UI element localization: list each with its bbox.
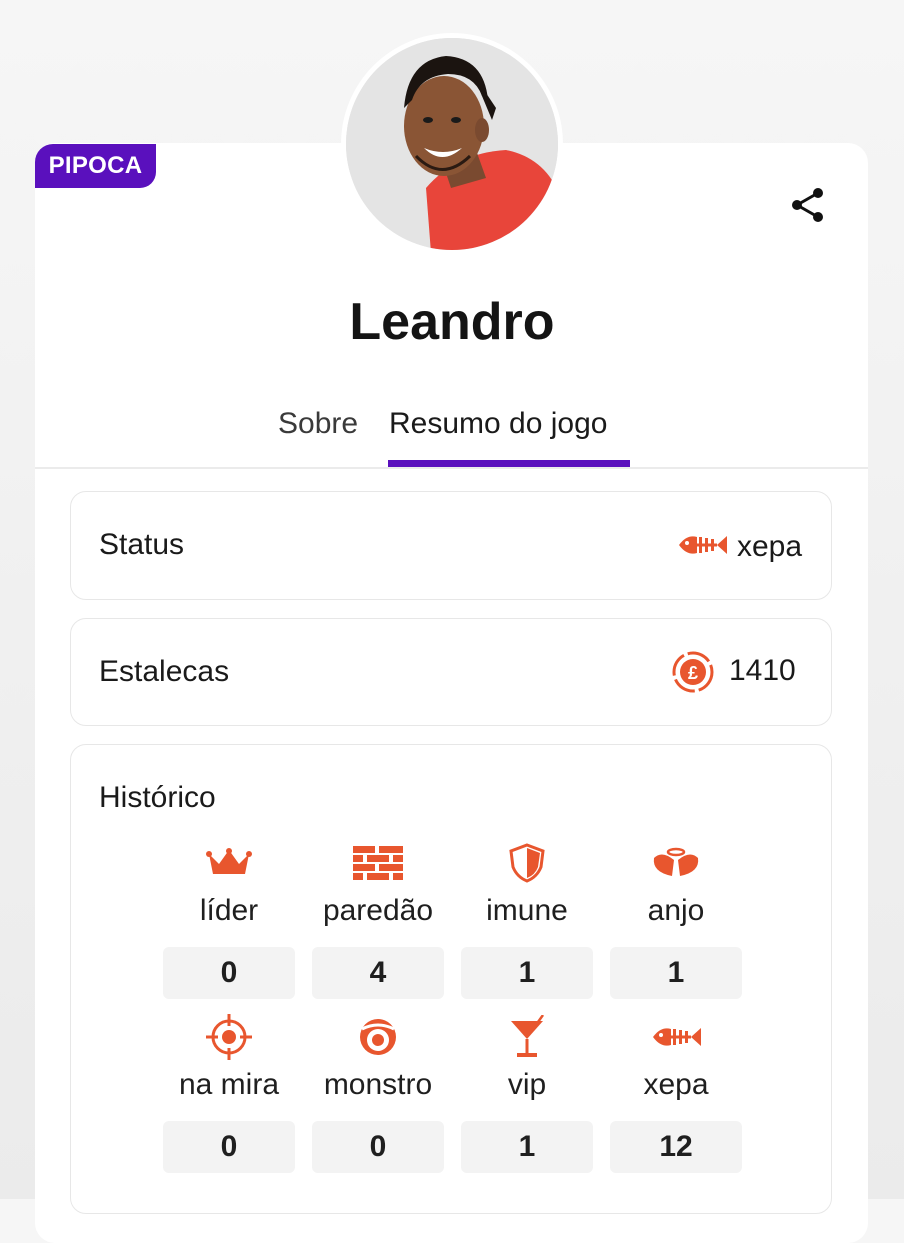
stat-label: anjo: [647, 894, 705, 927]
tab-bar: Sobre Resumo do jogo: [0, 403, 904, 471]
stat-count: 1: [461, 1121, 593, 1173]
stat-label: xepa: [643, 1068, 709, 1101]
share-button[interactable]: [789, 186, 827, 224]
tab-sobre[interactable]: Sobre: [278, 407, 358, 441]
share-icon: [792, 188, 823, 222]
group-badge: PIPOCA: [35, 144, 156, 188]
svg-text:£: £: [688, 663, 698, 683]
tab-resumo-do-jogo[interactable]: Resumo do jogo: [389, 407, 607, 441]
historico-title: Histórico: [99, 781, 216, 814]
stat-paredao: paredão 4: [312, 843, 444, 999]
stat-count: 0: [163, 947, 295, 999]
stat-count: 12: [610, 1121, 742, 1173]
stat-count: 0: [163, 1121, 295, 1173]
stat-imune: imune 1: [461, 843, 593, 999]
monster-eye-icon: [312, 1017, 444, 1057]
stat-count: 1: [461, 947, 593, 999]
stat-label: monstro: [323, 1068, 433, 1101]
stat-label: imune: [486, 894, 568, 927]
cocktail-icon: [461, 1015, 593, 1057]
estalecas-label: Estalecas: [99, 655, 230, 688]
status-label: Status: [99, 528, 185, 561]
status-value: xepa: [737, 530, 803, 563]
historico-section: Histórico líder 0 paredão 4 imune 1 anjo…: [70, 744, 832, 1214]
stat-count: 1: [610, 947, 742, 999]
stat-label: vip: [507, 1068, 547, 1101]
stat-label: na mira: [178, 1068, 280, 1101]
participant-photo: [346, 38, 558, 250]
shield-icon: [461, 843, 593, 883]
stat-lider: líder 0: [163, 843, 295, 999]
estaleca-coin-icon: £: [671, 650, 715, 699]
stat-anjo: anjo 1: [610, 843, 742, 999]
stat-monstro: monstro 0: [312, 1017, 444, 1173]
tab-divider: [35, 467, 868, 469]
stat-count: 0: [312, 1121, 444, 1173]
avatar: [341, 33, 563, 255]
crosshair-icon: [163, 1014, 295, 1060]
crown-icon: [163, 843, 295, 883]
brick-wall-icon: [312, 843, 444, 883]
fish-bone-icon: [677, 532, 727, 563]
stat-vip: vip 1: [461, 1015, 593, 1173]
angel-wings-icon: [610, 843, 742, 883]
participant-name: Leandro: [349, 293, 555, 351]
stat-label: paredão: [322, 894, 434, 927]
status-row: Status xepa: [70, 491, 832, 600]
estalecas-row: Estalecas £ 1410: [70, 618, 832, 726]
fish-bone-icon: [610, 1017, 742, 1057]
stat-label: líder: [199, 894, 259, 927]
estalecas-value: 1410: [729, 654, 796, 687]
stat-count: 4: [312, 947, 444, 999]
stat-na-mira: na mira 0: [163, 1014, 295, 1173]
stat-xepa: xepa 12: [610, 1017, 742, 1173]
